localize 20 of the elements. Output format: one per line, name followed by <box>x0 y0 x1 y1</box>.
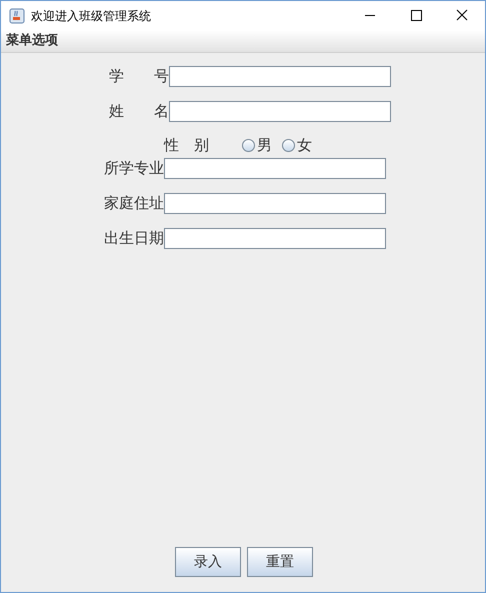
radio-option[interactable]: 女 <box>282 134 312 157</box>
radio-option[interactable]: 男 <box>242 134 272 157</box>
cup-icon <box>9 8 25 24</box>
input-field[interactable] <box>169 66 391 87</box>
form-button[interactable]: 录入 <box>175 547 241 577</box>
field-label: 出生日期 <box>103 228 164 250</box>
menu-item[interactable]: 菜单选项 <box>6 31 58 51</box>
field-label: 姓 名 <box>108 101 169 122</box>
form-button[interactable]: 重置 <box>247 547 313 577</box>
field-label: 家庭住址 <box>103 193 164 214</box>
input-field[interactable] <box>164 193 386 214</box>
field-label: 所学专业 <box>103 158 164 180</box>
input-field[interactable] <box>164 158 386 179</box>
radio-button[interactable] <box>242 139 255 152</box>
window-title: 欢迎进入班级管理系统 <box>31 8 151 24</box>
gender-label: 性 别 <box>164 135 210 156</box>
input-field[interactable] <box>164 228 386 249</box>
field-label: 学 号 <box>108 66 169 88</box>
radio-button[interactable] <box>282 139 295 152</box>
input-field[interactable] <box>169 101 391 122</box>
